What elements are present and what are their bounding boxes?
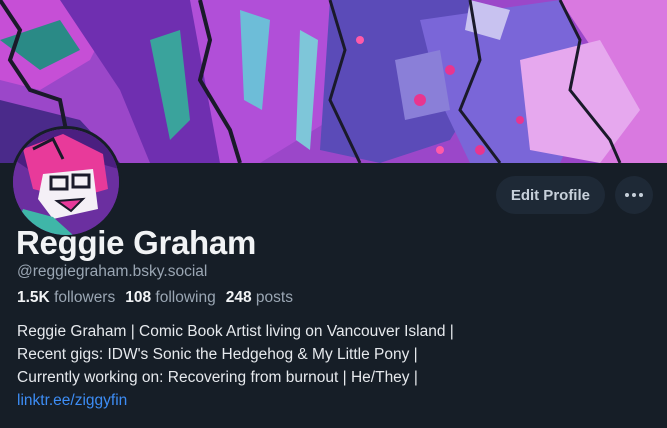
following-stat[interactable]: 108 following	[125, 289, 216, 307]
bio-line: Reggie Graham | Comic Book Artist living…	[17, 323, 454, 340]
bio-link[interactable]: linktr.ee/ziggyfin	[17, 392, 127, 409]
followers-label: followers	[54, 289, 116, 306]
avatar[interactable]	[10, 126, 122, 238]
avatar-portrait	[13, 129, 119, 235]
followers-count: 1.5K	[17, 289, 50, 306]
posts-count: 248	[225, 289, 252, 306]
followers-stat[interactable]: 1.5K followers	[17, 289, 115, 307]
profile-bio: Reggie Graham | Comic Book Artist living…	[17, 320, 454, 412]
bio-line: Currently working on: Recovering from bu…	[17, 369, 418, 386]
more-options-button[interactable]	[615, 176, 653, 214]
ellipsis-icon	[625, 193, 643, 197]
following-count: 108	[125, 289, 152, 306]
posts-stat: 248 posts	[226, 289, 293, 307]
profile-actions: Edit Profile	[495, 176, 653, 214]
edit-profile-button[interactable]: Edit Profile	[495, 176, 605, 214]
bio-line: Recent gigs: IDW's Sonic the Hedgehog & …	[17, 346, 418, 363]
display-name: Reggie Graham	[16, 224, 257, 261]
profile-stats: 1.5K followers 108 following 248 posts	[17, 289, 293, 307]
posts-label: posts	[255, 289, 293, 306]
following-label: following	[155, 289, 216, 306]
handle: @reggiegraham.bsky.social	[17, 263, 208, 280]
